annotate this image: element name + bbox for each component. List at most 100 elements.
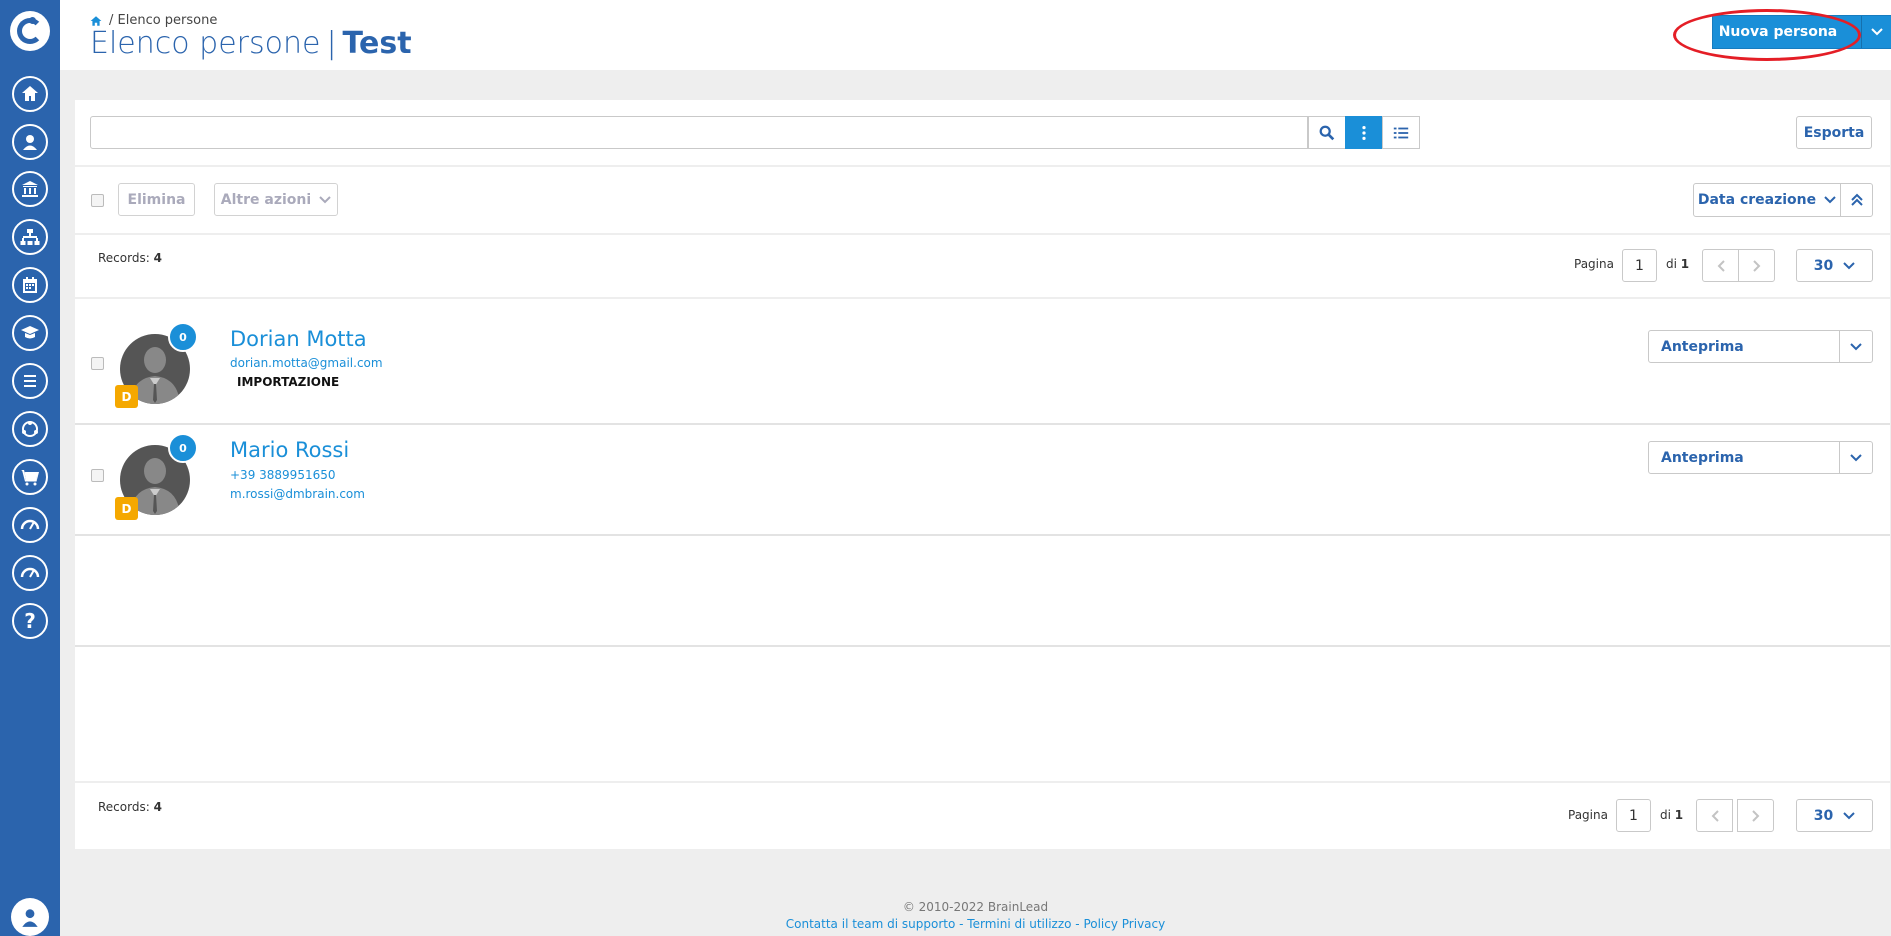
person-tag: IMPORTAZIONE [237,375,340,389]
bank-icon[interactable] [12,171,48,207]
home-icon[interactable] [90,15,102,27]
records-count: Records: 4 [98,800,162,814]
org-chart-icon[interactable] [12,219,48,255]
of-label: di [1666,257,1677,271]
person-phone[interactable]: +39 3889951650 [230,468,336,482]
row-checkbox[interactable] [91,357,104,370]
sort-field-dropdown[interactable]: Data creazione [1693,183,1841,217]
page-header: / Elenco persone Elenco persone | Test Nuo… [60,0,1891,70]
user-icon[interactable] [12,124,48,160]
profile-avatar-icon[interactable] [11,898,49,936]
per-page-value: 30 [1813,257,1834,274]
page-title-sub: Test [342,26,412,61]
export-button[interactable]: Esporta [1796,116,1872,149]
prev-page-button[interactable] [1702,249,1739,282]
row-checkbox[interactable] [91,469,104,482]
list-view-icon [1393,127,1409,138]
actions-panel: Elimina Altre azioni Data creazione [75,167,1890,233]
page-title: Elenco persone | Test [90,26,412,61]
preview-button[interactable]: Anteprima [1648,441,1873,474]
sidebar: ? [0,0,60,936]
list-item[interactable]: 0 D Mario Rossi +39 3889951650 m.rossi@d… [75,425,1890,536]
chevron-down-icon [1843,811,1855,819]
person-list: 0 D Dorian Motta dorian.motta@gmail.com … [75,299,1890,781]
chevron-right-icon [1751,809,1759,822]
app-logo[interactable] [10,11,50,51]
per-page-value: 30 [1813,807,1834,824]
select-all-checkbox[interactable] [91,194,104,207]
copyright: © 2010-2022 BrainLead [902,900,1049,914]
status-badge: D [115,385,138,408]
total-pages: 1 [1680,257,1690,271]
cart-icon[interactable] [12,459,48,495]
person-email[interactable]: m.rossi@dmbrain.com [230,487,365,501]
sort-field-label: Data creazione [1697,192,1817,208]
of-label: di [1660,808,1671,822]
page-total: di 1 [1660,808,1683,822]
person-name[interactable]: Dorian Motta [230,327,367,351]
preview-label: Anteprima [1661,449,1744,466]
search-button[interactable] [1308,116,1346,149]
new-person-label: Nuova persona [1718,24,1838,40]
per-page-select[interactable]: 30 [1796,799,1873,832]
chevron-left-icon [1717,259,1725,272]
pagination-top: Records: 4 Pagina 1 di 1 30 [75,235,1890,297]
chevron-down-icon[interactable] [1839,442,1872,473]
page-number-input[interactable]: 1 [1616,799,1651,832]
pagination-bottom: Records: 4 Pagina 1 di 1 30 [75,783,1890,849]
card-view-button[interactable] [1345,116,1383,149]
gauge-icon[interactable] [12,555,48,591]
page-label: Pagina [1568,808,1608,822]
preview-label: Anteprima [1661,338,1744,355]
search-icon [1319,125,1335,140]
next-page-button[interactable] [1738,249,1775,282]
chevron-down-icon[interactable] [1839,331,1872,362]
status-badge: D [115,497,138,520]
person-email[interactable]: dorian.motta@gmail.com [230,356,383,370]
home-icon[interactable] [12,76,48,112]
chevron-down-icon [1824,196,1836,204]
search-panel: Esporta [75,100,1890,165]
delete-button[interactable]: Elimina [118,183,195,216]
prev-page-button[interactable] [1696,799,1733,832]
list-icon[interactable] [12,363,48,399]
chevron-down-icon [319,195,331,203]
network-icon[interactable] [12,411,48,447]
gauge-icon[interactable] [12,507,48,543]
chevron-down-icon [1843,261,1855,269]
next-page-button[interactable] [1737,799,1774,832]
more-actions-label: Altre azioni [220,191,312,208]
search-input[interactable] [90,116,1308,149]
records-value: 4 [153,251,162,265]
count-badge: 0 [168,322,198,352]
chevron-right-icon [1752,259,1760,272]
empty-row [75,536,1890,647]
preview-button[interactable]: Anteprima [1648,330,1873,363]
page-title-main: Elenco persone [90,26,321,61]
graduation-icon[interactable] [12,315,48,351]
chevron-down-icon[interactable] [1861,16,1891,48]
records-value: 4 [153,800,162,814]
chevron-left-icon [1711,809,1719,822]
page-title-separator: | [326,26,337,61]
new-person-button[interactable]: Nuova persona [1712,15,1891,49]
dots-icon [1362,125,1366,140]
records-label: Records: [98,251,150,265]
more-actions-button[interactable]: Altre azioni [214,183,338,216]
person-name[interactable]: Mario Rossi [230,438,349,462]
list-item[interactable]: 0 D Dorian Motta dorian.motta@gmail.com … [75,299,1890,425]
double-chevron-up-icon [1850,193,1863,206]
sort-direction-button[interactable] [1840,183,1873,217]
records-count: Records: 4 [98,251,162,265]
page-total: di 1 [1666,257,1689,271]
per-page-select[interactable]: 30 [1796,249,1873,282]
calendar-icon[interactable] [12,267,48,303]
page-label: Pagina [1574,257,1614,271]
page-number-input[interactable]: 1 [1622,249,1657,282]
records-label: Records: [98,800,150,814]
page-footer: © 2010-2022 BrainLead Contatta il team d… [60,900,1891,931]
footer-links[interactable]: Contatta il team di supporto - Termini d… [60,917,1891,931]
help-icon[interactable]: ? [12,603,48,639]
total-pages: 1 [1674,808,1684,822]
list-view-button[interactable] [1382,116,1420,149]
